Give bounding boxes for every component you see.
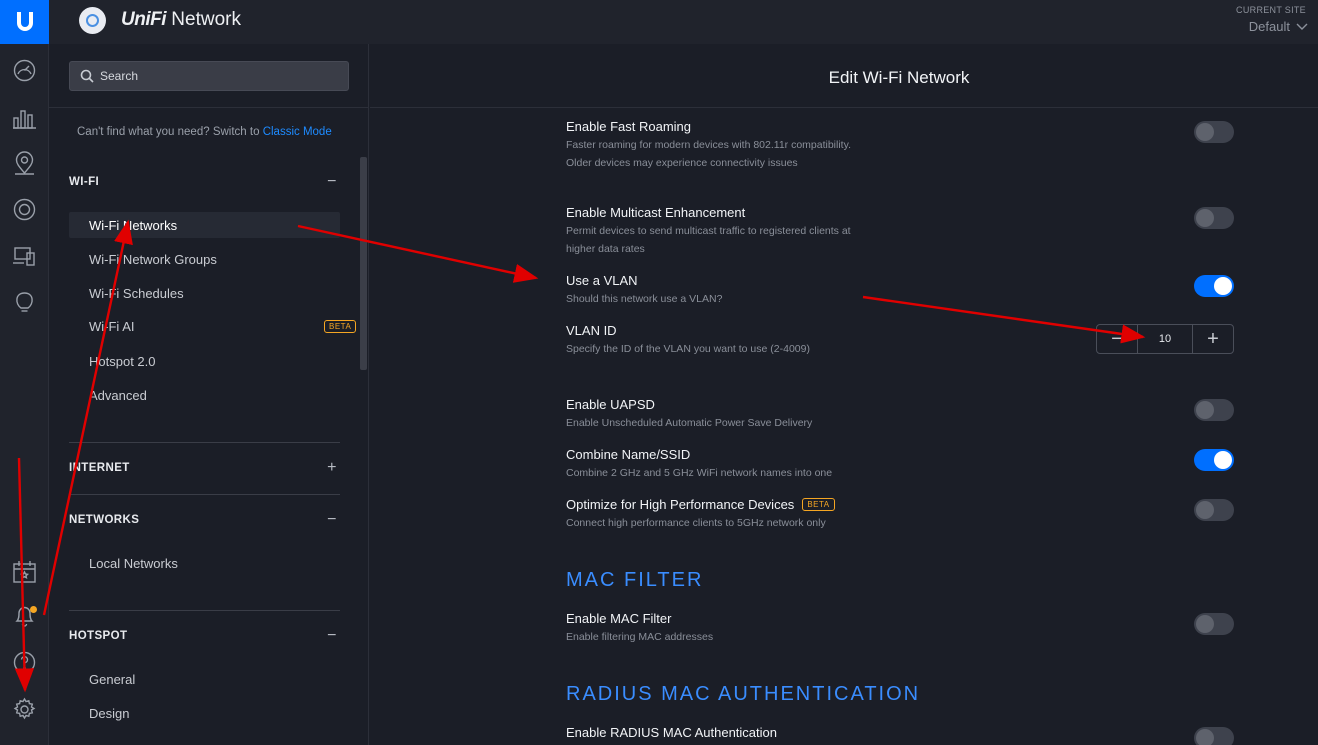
multicast-desc: Permit devices to send multicast traffic…	[566, 225, 851, 255]
mac-filter-desc: Enable filtering MAC addresses	[566, 631, 714, 643]
collapse-icon[interactable]: −	[325, 511, 339, 529]
divider	[69, 442, 340, 443]
radius-section-title: RADIUS MAC AUTHENTICATION	[566, 683, 921, 705]
statistics-icon[interactable]	[12, 106, 37, 131]
settings-sidebar: Can't find what you need? Switch to Clas…	[49, 44, 369, 745]
page-title: Edit Wi-Fi Network	[828, 68, 970, 87]
help-icon[interactable]	[12, 650, 37, 675]
classic-mode-hint: Can't find what you need? Switch to Clas…	[77, 126, 332, 138]
mac-filter-section-title: MAC FILTER	[566, 569, 704, 591]
ubiquiti-logo-icon[interactable]	[0, 0, 49, 44]
sidebar-item-wifi-networks[interactable]: Wi-Fi Networks	[69, 212, 340, 238]
decrement-button[interactable]: −	[1097, 325, 1137, 353]
mac-filter-label: Enable MAC Filter	[566, 611, 672, 626]
icon-rail	[0, 0, 49, 745]
sidebar-item-wifi-ai[interactable]: Wi-Fi AI BETA	[69, 313, 357, 339]
section-internet[interactable]: INTERNET +	[69, 459, 339, 477]
vlan-toggle[interactable]	[1194, 275, 1234, 297]
combine-ssid-label: Combine Name/SSID	[566, 447, 691, 462]
vlan-id-desc: Specify the ID of the VLAN you want to u…	[566, 343, 810, 355]
section-networks[interactable]: NETWORKS −	[69, 511, 339, 529]
app-title: UniFi Network	[121, 9, 241, 30]
fast-roaming-desc: Faster roaming for modern devices with 8…	[566, 139, 851, 169]
vlan-id-stepper[interactable]: − 10 +	[1096, 324, 1234, 354]
collapse-icon[interactable]: −	[325, 173, 339, 191]
sidebar-item-hotspot-2[interactable]: Hotspot 2.0	[69, 348, 340, 374]
search-box[interactable]	[69, 61, 349, 91]
mac-filter-toggle[interactable]	[1194, 613, 1234, 635]
unifi-network-icon	[79, 7, 106, 34]
chevron-down-icon	[1296, 23, 1308, 30]
beta-badge: BETA	[802, 498, 835, 511]
section-hotspot[interactable]: HOTSPOT −	[69, 627, 339, 645]
combine-ssid-toggle[interactable]	[1194, 449, 1234, 471]
divider	[69, 494, 340, 495]
uapsd-desc: Enable Unscheduled Automatic Power Save …	[566, 417, 813, 429]
sidebar-item-general[interactable]: General	[69, 666, 340, 692]
expand-icon[interactable]: +	[325, 459, 339, 477]
current-site-label: CURRENT SITE	[1236, 5, 1306, 15]
combine-ssid-desc: Combine 2 GHz and 5 GHz WiFi network nam…	[566, 467, 833, 479]
insights-icon[interactable]	[12, 289, 37, 314]
divider	[49, 107, 369, 108]
uapsd-toggle[interactable]	[1194, 399, 1234, 421]
search-input[interactable]	[100, 69, 340, 83]
multicast-label: Enable Multicast Enhancement	[566, 205, 746, 220]
classic-mode-link[interactable]: Classic Mode	[263, 126, 332, 138]
events-icon[interactable]	[12, 559, 37, 584]
vlan-id-value[interactable]: 10	[1137, 325, 1193, 353]
fast-roaming-toggle[interactable]	[1194, 121, 1234, 143]
high-performance-toggle[interactable]	[1194, 499, 1234, 521]
radius-toggle[interactable]	[1194, 727, 1234, 745]
sidebar-item-wifi-schedules[interactable]: Wi-Fi Schedules	[69, 280, 340, 306]
notification-dot	[30, 606, 37, 613]
radius-label: Enable RADIUS MAC Authentication	[566, 725, 777, 740]
sidebar-item-wifi-network-groups[interactable]: Wi-Fi Network Groups	[69, 246, 340, 272]
high-performance-desc: Connect high performance clients to 5GHz…	[566, 517, 826, 529]
section-wifi[interactable]: WI-FI −	[69, 173, 339, 191]
divider	[370, 107, 1318, 108]
top-bar: UniFi Network CURRENT SITE Default	[49, 0, 1318, 44]
main-panel: Edit Wi-Fi Network Enable Fast Roaming F…	[370, 44, 1318, 745]
divider	[69, 610, 340, 611]
clients-icon[interactable]	[12, 244, 37, 269]
sidebar-item-local-networks[interactable]: Local Networks	[69, 550, 340, 576]
scrollbar[interactable]	[360, 157, 367, 370]
uapsd-label: Enable UAPSD	[566, 397, 655, 412]
sidebar-item-advanced[interactable]: Advanced	[69, 382, 340, 408]
beta-badge: BETA	[324, 319, 357, 333]
vlan-id-label: VLAN ID	[566, 323, 617, 338]
collapse-icon[interactable]: −	[325, 627, 339, 645]
settings-icon[interactable]	[12, 697, 37, 722]
site-selector[interactable]: Default	[1249, 19, 1308, 34]
devices-icon[interactable]	[12, 197, 37, 222]
high-performance-label: Optimize for High Performance Devices BE…	[566, 497, 835, 512]
sidebar-item-design[interactable]: Design	[69, 700, 340, 726]
search-icon	[80, 69, 94, 83]
vlan-label: Use a VLAN	[566, 273, 638, 288]
fast-roaming-label: Enable Fast Roaming	[566, 119, 692, 134]
vlan-desc: Should this network use a VLAN?	[566, 293, 723, 305]
increment-button[interactable]: +	[1193, 325, 1233, 353]
multicast-toggle[interactable]	[1194, 207, 1234, 229]
map-icon[interactable]	[12, 151, 37, 176]
dashboard-icon[interactable]	[12, 58, 37, 83]
